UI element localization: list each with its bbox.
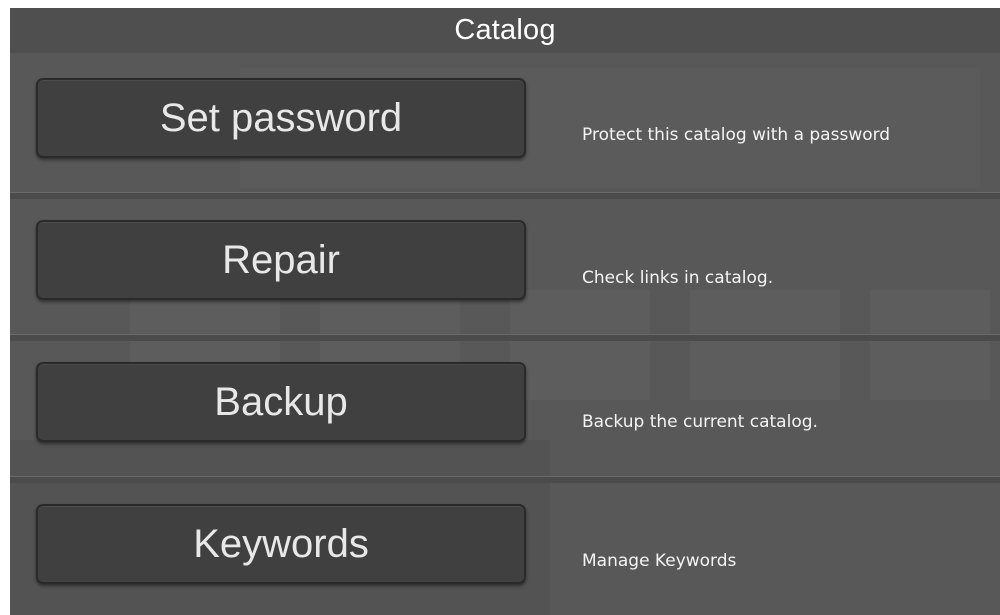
action-row-keywords: Keywords Manage Keywords — [10, 479, 1000, 615]
action-description: Backup the current catalog. — [582, 412, 818, 432]
button-label: Keywords — [193, 521, 369, 566]
action-row-set-password: Set password Protect this catalog with a… — [10, 53, 1000, 195]
button-label: Set password — [159, 95, 403, 140]
button-label: Repair — [222, 237, 340, 282]
action-description: Check links in catalog. — [582, 268, 774, 288]
keywords-button[interactable]: Keywords — [36, 504, 526, 584]
catalog-window: Catalog Set password Protect this catalo… — [10, 8, 1000, 615]
repair-button[interactable]: Repair — [36, 220, 526, 300]
window-title: Catalog — [454, 14, 556, 46]
action-description: Protect this catalog with a password — [582, 125, 891, 145]
action-row-backup: Backup Backup the current catalog. — [10, 337, 1000, 479]
backup-button[interactable]: Backup — [36, 362, 526, 442]
title-bar: Catalog — [10, 8, 1000, 53]
button-label: Backup — [214, 379, 348, 424]
set-password-button[interactable]: Set password — [36, 78, 526, 158]
action-row-repair: Repair Check links in catalog. — [10, 195, 1000, 337]
action-description: Manage Keywords — [582, 551, 737, 571]
